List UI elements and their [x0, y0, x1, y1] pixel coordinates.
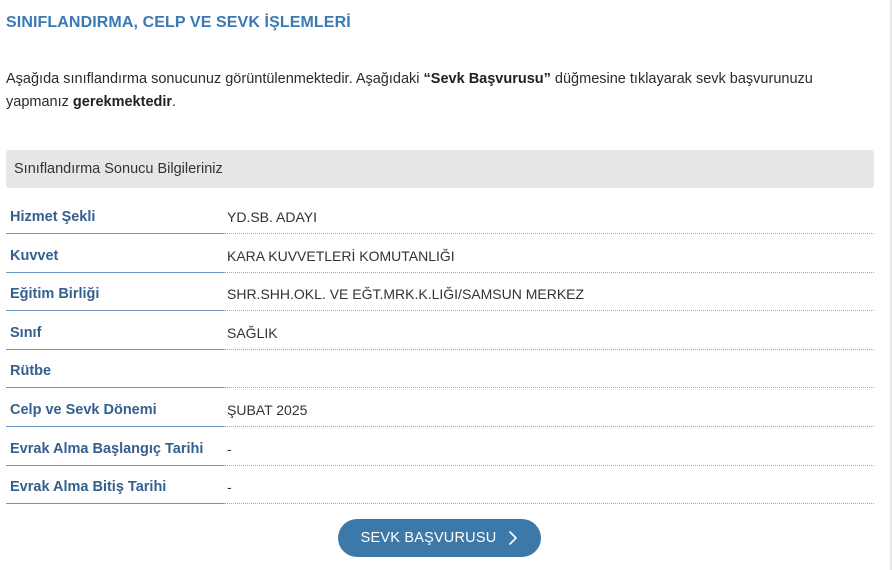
info-value: YD.SB. ADAYI	[224, 198, 874, 234]
intro-highlight-2: gerekmektedir	[72, 94, 173, 110]
info-row-training-unit: Eğitim Birliği SHR.SHH.OKL. VE EĞT.MRK.K…	[6, 275, 874, 314]
info-label: Kuvvet	[6, 237, 224, 273]
info-value: -	[224, 468, 874, 505]
info-row-force: Kuvvet KARA KUVVETLERİ KOMUTANLIĞI	[6, 237, 874, 276]
intro-highlight-1: “Sevk Başvurusu”	[423, 71, 551, 87]
info-row-service-type: Hizmet Şekli YD.SB. ADAYI	[6, 198, 874, 237]
info-value: -	[224, 430, 874, 466]
info-row-rank: Rütbe	[6, 352, 874, 391]
info-value: SHR.SHH.OKL. VE EĞT.MRK.K.LIĞI/SAMSUN ME…	[224, 275, 874, 312]
chevron-right-icon	[508, 531, 518, 545]
info-row-class: Sınıf SAĞLIK	[6, 314, 874, 353]
info-label: Rütbe	[6, 352, 224, 389]
intro-part-3: .	[172, 94, 177, 110]
info-label: Sınıf	[6, 314, 224, 350]
info-label: Evrak Alma Bitiş Tarihi	[6, 468, 224, 505]
info-value	[224, 352, 874, 389]
sevk-basvurusu-button-label: SEVK BAŞVURUSU	[360, 530, 497, 546]
info-value: SAĞLIK	[224, 314, 874, 350]
info-row-document-start-date: Evrak Alma Başlangıç Tarihi -	[6, 430, 874, 469]
info-label: Hizmet Şekli	[6, 198, 224, 234]
classification-info-table: Hizmet Şekli YD.SB. ADAYI Kuvvet KARA KU…	[6, 198, 874, 507]
info-row-document-end-date: Evrak Alma Bitiş Tarihi -	[6, 468, 874, 507]
info-row-draft-period: Celp ve Sevk Dönemi ŞUBAT 2025	[6, 391, 874, 430]
intro-text: Aşağıda sınıflandırma sonucunuz görüntül…	[6, 68, 866, 114]
page-title: SINIFLANDIRMA, CELP VE SEVK İŞLEMLERİ	[6, 14, 351, 31]
intro-part-1: Aşağıda sınıflandırma sonucunuz görüntül…	[6, 71, 424, 87]
info-label: Evrak Alma Başlangıç Tarihi	[6, 430, 224, 466]
info-label: Celp ve Sevk Dönemi	[6, 391, 224, 427]
info-value: ŞUBAT 2025	[224, 391, 874, 427]
section-header: Sınıflandırma Sonucu Bilgileriniz	[6, 150, 874, 188]
info-label: Eğitim Birliği	[6, 275, 224, 312]
sevk-basvurusu-button[interactable]: SEVK BAŞVURUSU	[338, 519, 541, 557]
info-value: KARA KUVVETLERİ KOMUTANLIĞI	[224, 237, 874, 273]
